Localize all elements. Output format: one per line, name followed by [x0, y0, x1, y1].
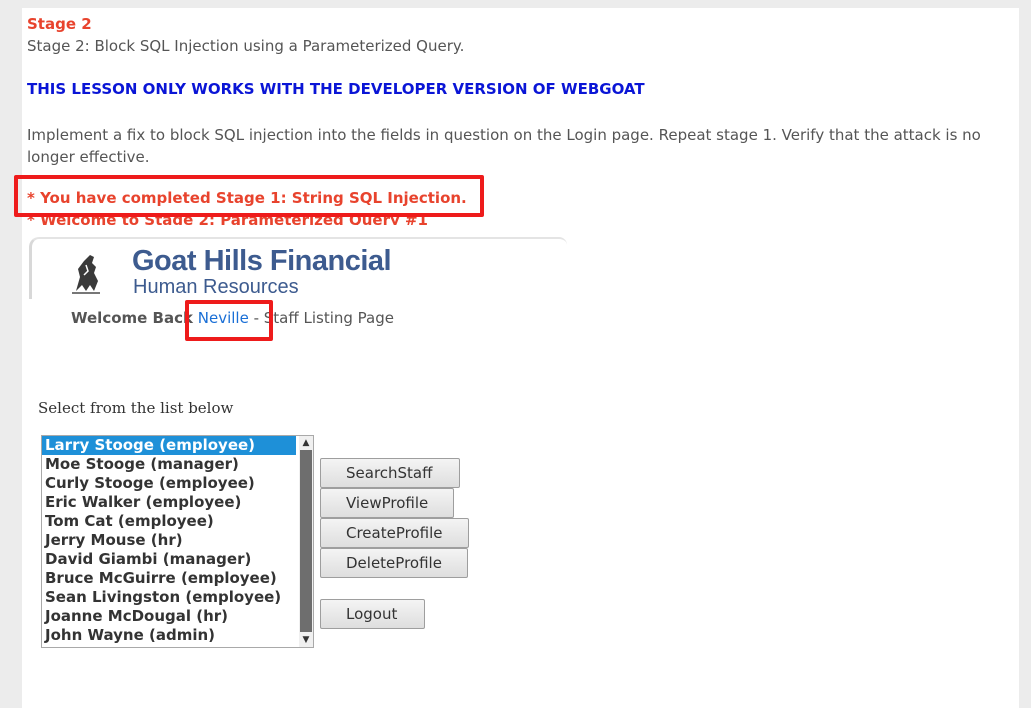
staff-list-item[interactable]: Larry Stooge (employee) [42, 436, 296, 455]
staff-list-item[interactable]: Joanne McDougal (hr) [42, 607, 296, 626]
staff-listbox[interactable]: Larry Stooge (employee) Moe Stooge (manag… [41, 435, 314, 648]
scroll-down-icon[interactable]: ▼ [299, 633, 313, 647]
scroll-thumb[interactable] [300, 450, 312, 632]
staff-list-item[interactable]: Jerry Mouse (hr) [42, 531, 296, 550]
brand-title: Goat Hills Financial [132, 245, 392, 277]
stage-heading: Stage 2 [27, 15, 92, 33]
staff-list-item[interactable]: Eric Walker (employee) [42, 493, 296, 512]
completed-highlight-box [14, 175, 484, 217]
staff-list-item[interactable]: Bruce McGuirre (employee) [42, 569, 296, 588]
user-highlight-box [185, 300, 273, 341]
staff-list-item[interactable]: David Giambi (manager) [42, 550, 296, 569]
lesson-instructions: Implement a fix to block SQL injection i… [27, 126, 981, 166]
welcome-prefix: Welcome Back [71, 309, 193, 327]
staff-list-item[interactable]: Curly Stooge (employee) [42, 474, 296, 493]
stage-subtitle: Stage 2: Block SQL Injection using a Par… [27, 37, 465, 55]
view-profile-button[interactable]: ViewProfile [320, 488, 454, 518]
staff-list-item[interactable]: Moe Stooge (manager) [42, 455, 296, 474]
staff-list-item[interactable]: John Wayne (admin) [42, 626, 296, 645]
developer-warning: THIS LESSON ONLY WORKS WITH THE DEVELOPE… [27, 80, 645, 98]
goat-logo-icon [72, 255, 100, 294]
search-staff-button[interactable]: SearchStaff [320, 458, 460, 488]
staff-list-item[interactable]: Sean Livingston (employee) [42, 588, 296, 607]
delete-profile-button[interactable]: DeleteProfile [320, 548, 468, 578]
staff-list-label: Select from the list below [38, 399, 234, 417]
listbox-scrollbar[interactable]: ▲ ▼ [299, 436, 313, 647]
logout-button[interactable]: Logout [320, 599, 425, 629]
brand-subtitle: Human Resources [133, 276, 299, 298]
company-banner: Goat Hills Financial Human Resources [29, 237, 567, 299]
scroll-up-icon[interactable]: ▲ [299, 436, 313, 450]
create-profile-button[interactable]: CreateProfile [320, 518, 469, 548]
staff-list-item[interactable]: Tom Cat (employee) [42, 512, 296, 531]
